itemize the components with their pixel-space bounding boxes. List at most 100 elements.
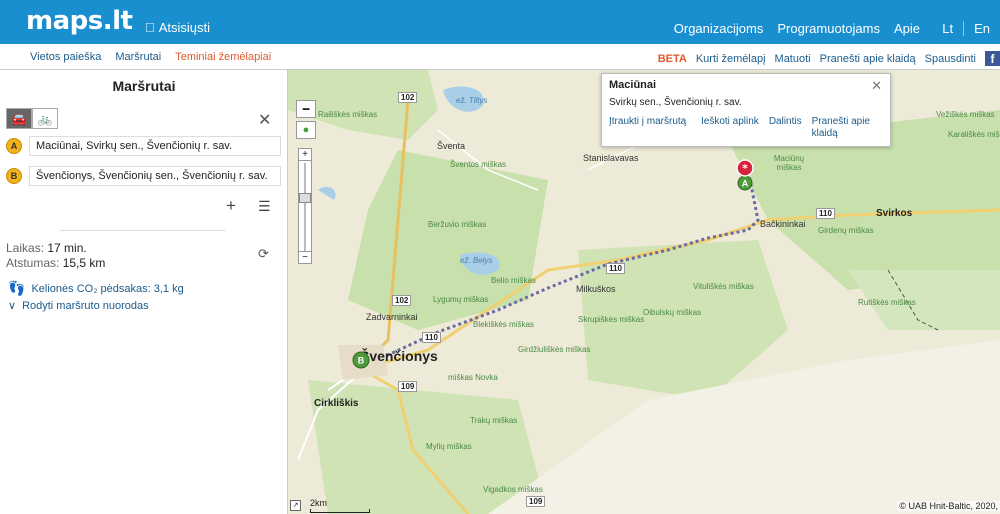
lang-lt[interactable]: Lt	[932, 21, 963, 36]
broom-icon: ━	[302, 103, 310, 116]
forest-label: Lygumų miškas	[433, 295, 489, 304]
link-kurti-zemelapi[interactable]: Kurti žemėlapį	[696, 53, 766, 65]
car-icon: 🚘	[11, 111, 27, 126]
nav-organizacijoms[interactable]: Organizacijoms	[674, 21, 764, 36]
top-nav: Organizacijoms Programuotojams Apie	[674, 21, 920, 36]
co2-text: Kelionės CO₂ pėdsakas: 3,1 kg	[31, 282, 184, 295]
waypoint-b-input[interactable]: Švenčionys, Švenčionių sen., Švenčionių …	[29, 166, 281, 186]
road-number: 102	[398, 92, 418, 103]
lake-label: ež. Tiltys	[456, 96, 488, 105]
beta-badge: BETA	[657, 52, 687, 65]
download-label: Atsisiųsti	[149, 20, 210, 35]
co2-footprint[interactable]: 👣 Kelionės CO₂ pėdsakas: 3,1 kg	[8, 280, 184, 297]
town-stanislavavas: Stanislavavas	[583, 153, 639, 163]
facebook-icon[interactable]: f	[985, 51, 1000, 66]
lang-en[interactable]: En	[963, 21, 1000, 36]
divider	[60, 230, 226, 231]
link-matuoti[interactable]: Matuoti	[775, 53, 811, 65]
scale-line	[310, 509, 370, 513]
waypoint-a-marker: A	[6, 138, 22, 154]
map-tools: ━ ●	[296, 100, 316, 142]
road-number: 110	[816, 208, 835, 219]
tool-links: BETA Kurti žemėlapį Matuoti Pranešti api…	[658, 51, 1000, 66]
terrain-button[interactable]: ●	[296, 121, 316, 139]
link-spausdinti[interactable]: Spausdinti	[925, 53, 976, 65]
layer-switch-button[interactable]: ━	[296, 100, 316, 118]
popup-title: Maciūnai	[609, 79, 657, 91]
car-mode-button[interactable]: 🚘	[6, 108, 32, 129]
forest-label: Girdenų miškas	[818, 226, 874, 235]
scale-label: 2km	[310, 498, 328, 508]
apple-icon: 	[145, 20, 155, 35]
service-tabs: Vietos paieška Maršrutai Teminiai žemėla…	[30, 51, 271, 63]
distance-value: 15,5 km	[62, 256, 106, 270]
tab-teminiai-zemelapiai[interactable]: Teminiai žemėlapiai	[175, 51, 271, 63]
forest-label: Vežiškės miškas	[936, 110, 995, 119]
time-value: 17 min.	[47, 241, 87, 255]
fullscreen-icon[interactable]: ↗	[290, 500, 301, 511]
waypoint-b-row: B Švenčionys, Švenčionių sen., Švenčioni…	[6, 166, 281, 186]
forest-label: Belio miškas	[491, 276, 536, 285]
popup-link-add-route[interactable]: Įtraukti į maršrutą	[609, 116, 691, 140]
forest-label: miškas Novka	[448, 373, 498, 382]
zoom-track	[304, 163, 306, 251]
bicycle-icon: 🚲	[37, 111, 53, 126]
bike-mode-button[interactable]: 🚲	[32, 108, 58, 129]
show-directions-link[interactable]: ∨ Rodyti maršruto nuorodas	[8, 299, 149, 313]
route-options-icon[interactable]: ☰	[258, 198, 271, 215]
map-canvas[interactable]: Railiškės miškas Šventos miškas Beržuvio…	[288, 70, 1000, 514]
forest-label: Trakų miškas	[470, 416, 518, 425]
forest-label: Vigadkos miškas	[483, 485, 543, 494]
zoom-out-button[interactable]: −	[299, 251, 311, 263]
time-label: Laikas:	[6, 241, 45, 255]
distance-label: Atstumas:	[6, 256, 60, 270]
popup-link-report[interactable]: Pranešti apie klaidą	[812, 116, 882, 140]
zoom-handle[interactable]	[299, 193, 311, 203]
share-icon[interactable]: ⟳	[258, 246, 269, 262]
town-milkuskos: Milkuškos	[576, 284, 616, 294]
lake-label: ež. Belys	[460, 256, 493, 265]
town-svencionys: Švenčionys	[360, 348, 438, 364]
forest-label: Rutiškės miškas	[858, 298, 916, 307]
route-time: Laikas: 17 min.	[6, 241, 87, 255]
road-number: 102	[392, 295, 412, 306]
marker-a[interactable]: A *	[734, 158, 756, 192]
road-number: 109	[398, 381, 418, 392]
panel-title: Maršrutai	[112, 78, 176, 94]
top-header: maps.lt  Atsisiųsti Organizacijoms Prog…	[0, 0, 1000, 44]
marker-a-letter: A	[742, 179, 749, 189]
directions-text: Rodyti maršruto nuorodas	[22, 299, 149, 312]
town-zadvarninkai: Zadvarninkai	[366, 312, 418, 322]
nav-programuotojams[interactable]: Programuotojams	[777, 21, 880, 36]
tab-marsrutai[interactable]: Maršrutai	[115, 51, 161, 63]
logo[interactable]: maps.lt	[26, 6, 133, 36]
route-distance: Atstumas: 15,5 km	[6, 256, 105, 270]
nav-apie[interactable]: Apie	[894, 21, 920, 36]
close-icon[interactable]: ✕	[258, 110, 271, 130]
road-number: 109	[526, 496, 546, 507]
popup-links: Įtraukti į maršrutą Ieškoti aplink Dalin…	[609, 116, 883, 140]
forest-label: Railiškės miškas	[318, 110, 378, 119]
forest-label: Oibulskų miškas	[643, 308, 702, 317]
zoom-slider[interactable]: + −	[298, 148, 312, 264]
waypoint-a-input[interactable]: Maciūnai, Svirkų sen., Švenčionių r. sav…	[29, 136, 281, 156]
forest-label: Karališkės miškas	[948, 130, 1000, 139]
road-number: 110	[606, 263, 625, 274]
zoom-in-button[interactable]: +	[299, 149, 311, 161]
footprint-icon: 👣	[8, 280, 26, 296]
popup-link-search-nearby[interactable]: Ieškoti aplink	[701, 116, 759, 140]
close-popup-icon[interactable]: ✕	[871, 78, 882, 94]
download-link[interactable]:  Atsisiųsti	[145, 20, 210, 35]
tab-vietos-paieska[interactable]: Vietos paieška	[30, 51, 101, 63]
marker-b[interactable]: B	[352, 351, 370, 369]
add-waypoint-icon[interactable]: +	[226, 196, 236, 216]
forest-label: Beržuvio miškas	[428, 220, 487, 229]
town-backininkai: Bačkininkai	[760, 219, 806, 229]
scale-bar: 2km	[310, 498, 370, 513]
town-sventa: Šventa	[437, 141, 466, 151]
popup-link-share[interactable]: Dalintis	[769, 116, 802, 140]
forest-label: Girdžiuliškės miškas	[518, 345, 591, 354]
copyright: © UAB Hnit-Baltic, 2020,	[897, 501, 1000, 511]
tree-icon: ●	[302, 124, 310, 136]
link-pranesti-klaida[interactable]: Pranešti apie klaidą	[820, 53, 916, 65]
